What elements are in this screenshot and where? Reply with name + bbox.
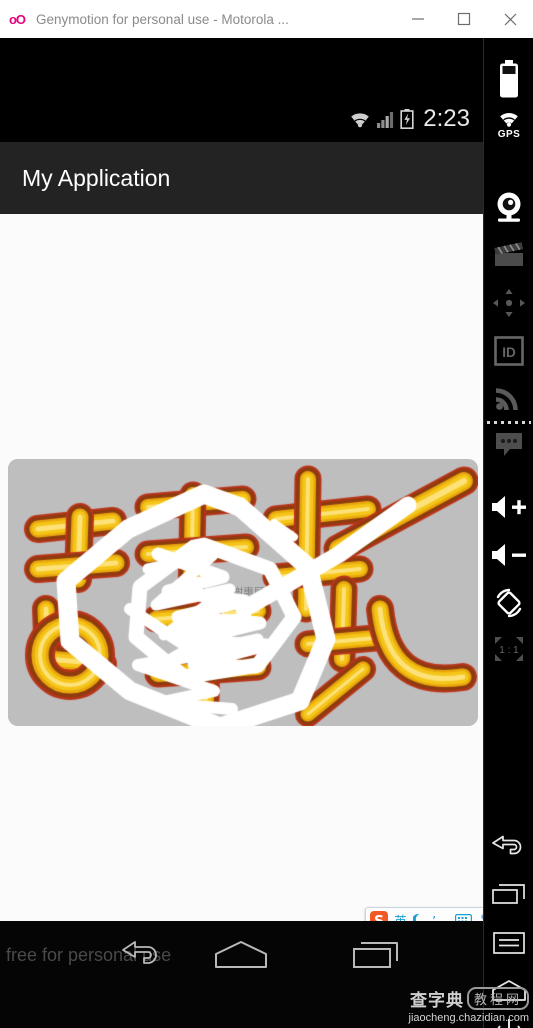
minimize-button[interactable]: [395, 0, 441, 38]
cellular-signal-icon: [377, 112, 394, 128]
genymotion-logo-icon: oO: [8, 11, 26, 27]
sidebar-item-battery[interactable]: [484, 56, 533, 102]
sidebar-item-rotate[interactable]: [484, 580, 533, 626]
camera-icon: [497, 192, 521, 222]
window-controls: [395, 0, 533, 38]
sidebar-item-back[interactable]: [484, 824, 533, 870]
wifi-icon: [351, 113, 370, 128]
android-status-bar: 2:23: [0, 38, 483, 142]
window-title: Genymotion for personal use - Motorola .…: [36, 11, 289, 27]
maximize-button[interactable]: [441, 0, 487, 38]
svg-text:1 : 1: 1 : 1: [499, 645, 519, 656]
window-titlebar: oO Genymotion for personal use - Motorol…: [0, 0, 533, 39]
white-scribble-overlay[interactable]: [8, 459, 478, 726]
app-title: My Application: [22, 164, 171, 191]
app-action-bar: My Application: [0, 142, 483, 214]
nav-home-button[interactable]: [191, 929, 291, 981]
status-clock: 2:23: [423, 105, 470, 132]
watermark-brand: 查字典: [409, 991, 464, 1011]
gps-label: GPS: [497, 128, 521, 140]
identity-icon: ID: [494, 336, 524, 366]
dpad-icon: [493, 289, 525, 317]
sidebar-item-camera[interactable]: [484, 184, 533, 230]
watermark-url: jiaocheng.chazidian.com: [408, 1012, 529, 1024]
sidebar-divider: [487, 421, 531, 424]
sidebar-item-menu[interactable]: [484, 920, 533, 966]
sidebar-item-gps[interactable]: GPS: [484, 102, 533, 148]
sidebar-item-volume-down[interactable]: [484, 532, 533, 578]
volume-down-icon: [492, 544, 526, 566]
nav-recents-button[interactable]: [326, 929, 426, 981]
recents-icon: [492, 884, 525, 904]
app-content-area[interactable]: 谢谢惠顾: [0, 214, 483, 921]
sidebar-item-sms[interactable]: [484, 422, 533, 468]
video-clapper-icon: [494, 242, 524, 266]
close-button[interactable]: [487, 0, 533, 38]
sidebar-item-volume-up[interactable]: [484, 484, 533, 530]
volume-up-icon: [492, 496, 526, 518]
menu-icon: [493, 932, 525, 954]
sms-icon: [496, 433, 522, 456]
network-rss-icon: [496, 388, 518, 410]
battery-charging-icon: [400, 109, 414, 129]
genymotion-window: oO Genymotion for personal use - Motorol…: [0, 0, 533, 1028]
sidebar-item-scale-1-1[interactable]: 1 : 1: [484, 626, 533, 672]
back-icon: [492, 835, 522, 855]
watermark-brand-box: 教程网: [466, 987, 529, 1010]
android-device-screen[interactable]: 2:23 My Application 谢谢惠顾 S 英: [0, 38, 483, 1028]
scale-1-1-icon: 1 : 1: [495, 637, 523, 661]
gps-icon: [500, 112, 518, 127]
status-icons: 2:23: [348, 105, 470, 132]
sidebar-item-network[interactable]: [484, 374, 533, 420]
sidebar-item-recents[interactable]: [484, 872, 533, 918]
genymotion-widget-sidebar[interactable]: GPS ID 1: 1: [483, 38, 533, 1028]
drawing-image-card[interactable]: 谢谢惠顾: [8, 459, 478, 726]
rotate-icon: [496, 588, 522, 618]
sidebar-item-identifiers[interactable]: ID: [484, 328, 533, 374]
battery-icon: [500, 60, 518, 98]
site-watermark: 查字典 教程网 jiaocheng.chazidian.com: [389, 986, 529, 1024]
svg-text:ID: ID: [502, 345, 516, 360]
sidebar-item-dpad[interactable]: [484, 280, 533, 326]
sidebar-item-video[interactable]: [484, 232, 533, 278]
nav-back-button[interactable]: [92, 929, 192, 981]
